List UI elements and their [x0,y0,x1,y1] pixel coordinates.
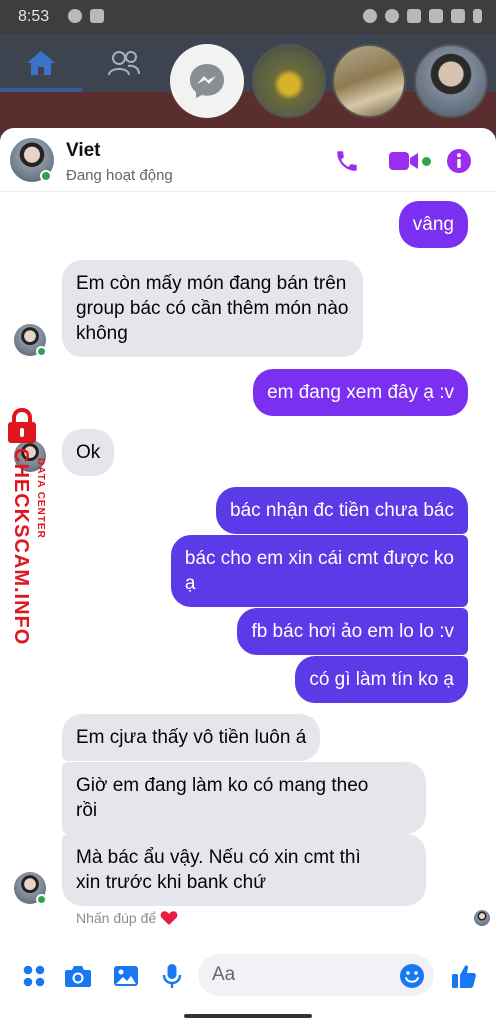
battery-icon [473,9,482,23]
gallery-notification-icon [90,9,104,23]
signal-icon [429,9,443,23]
message-incoming[interactable]: Ok [62,429,115,476]
message-text-line: Mà bác ẩu vậy. Nếu có xin cmt thì [76,847,361,868]
contact-status: Đang hoạt động [66,167,173,184]
message-outgoing[interactable]: có gì làm tín ko ạ [295,656,468,703]
alarm-icon [363,9,377,23]
message-incoming[interactable]: Em cjưa thấy vô tiền luôn á [62,714,321,761]
message-text-line: xin trước khi bank chứ [76,872,266,893]
camera-icon [65,966,91,987]
signal-2-icon [451,9,465,23]
phone-icon [337,151,357,171]
like-button[interactable] [450,962,478,990]
chat-header: Viet Đang hoạt động [0,128,496,192]
wifi-icon [407,9,421,23]
message-incoming[interactable]: Giờ em đang làm ko có mang theo rồi [62,762,426,834]
message-text: Em cjưa thấy vô tiền luôn á [76,727,307,748]
message-text-line: rồi [76,800,98,821]
message-outgoing[interactable]: fb bác hơi ảo em lo lo :v [237,608,468,655]
contact-name[interactable]: Viet [66,140,101,162]
status-bar: 8:53 [0,0,496,34]
photo-icon [114,966,138,986]
info-icon [447,149,471,173]
heart-icon[interactable] [160,910,178,926]
voice-call-button[interactable] [334,148,360,174]
info-button[interactable] [446,148,472,174]
watermark-title: CHECKSCAM.INFO [10,448,32,646]
message-text: fb bác hơi ảo em lo lo :v [251,621,454,642]
message-text-line: group bác có cần thêm món nào [76,298,349,319]
message-incoming[interactable]: Em còn mấy món đang bán trên group bác c… [62,260,363,357]
gallery-button[interactable] [112,962,140,990]
chat-head-contact-2[interactable] [332,44,406,118]
message-text-line: bác cho em xin cái cmt được ko [184,548,454,569]
emoji-button[interactable] [398,962,426,990]
grid-dots-icon [23,965,45,987]
seen-receipt-avatar [474,910,490,926]
camera-button[interactable] [64,962,92,990]
online-indicator [36,894,47,905]
lock-icon [8,408,36,443]
online-indicator [40,170,52,182]
message-outgoing[interactable]: vâng [398,201,468,248]
message-text-line: ạ [184,573,196,594]
message-incoming[interactable]: Mà bác ẩu vậy. Nếu có xin cmt thì xin tr… [62,834,426,906]
watermark-subtitle: DATA CENTER [35,458,46,539]
messenger-notification-icon [68,9,82,23]
status-time: 8:53 [18,8,50,25]
message-outgoing[interactable]: bác cho em xin cái cmt được ko ạ [170,535,468,607]
chat-panel: Viet Đang hoạt động vâng Em còn mấy món … [0,128,496,1024]
messenger-chat-head[interactable] [170,44,244,118]
voice-record-button[interactable] [158,962,186,990]
message-outgoing[interactable]: bác nhận đc tiền chưa bác [216,487,468,534]
chat-head-contact-1[interactable] [252,44,326,118]
checkscam-watermark: DATA CENTER CHECKSCAM.INFO [2,408,46,648]
message-text: em đang xem đây ạ :v [267,382,454,403]
video-camera-icon [389,152,418,170]
video-online-indicator [422,156,431,166]
home-icon[interactable] [26,50,56,76]
video-call-button[interactable] [388,150,431,172]
chat-head-contact-3[interactable] [414,44,488,118]
microphone-icon [162,964,182,988]
message-text-line: Em còn mấy món đang bán trên [76,273,347,294]
thumbs-up-icon [452,965,476,988]
message-text: vâng [412,214,454,235]
message-text-line: không [76,323,128,344]
online-indicator [36,346,47,357]
more-actions-button[interactable] [20,962,48,990]
double-tap-hint: Nhấn đúp để [76,910,178,926]
double-tap-hint-text: Nhấn đúp để [76,910,157,926]
smiley-icon [400,964,424,988]
gesture-home-bar[interactable] [184,1014,312,1018]
message-text: có gì làm tín ko ạ [309,669,454,690]
friends-icon[interactable] [108,50,140,76]
message-text-line: Giờ em đang làm ko có mang theo [76,775,369,796]
mute-icon [385,9,399,23]
message-text: bác nhận đc tiền chưa bác [230,500,454,521]
message-text: Ok [76,442,101,463]
message-composer [0,948,496,1006]
message-outgoing[interactable]: em đang xem đây ạ :v [253,369,468,416]
messenger-icon [190,64,224,98]
